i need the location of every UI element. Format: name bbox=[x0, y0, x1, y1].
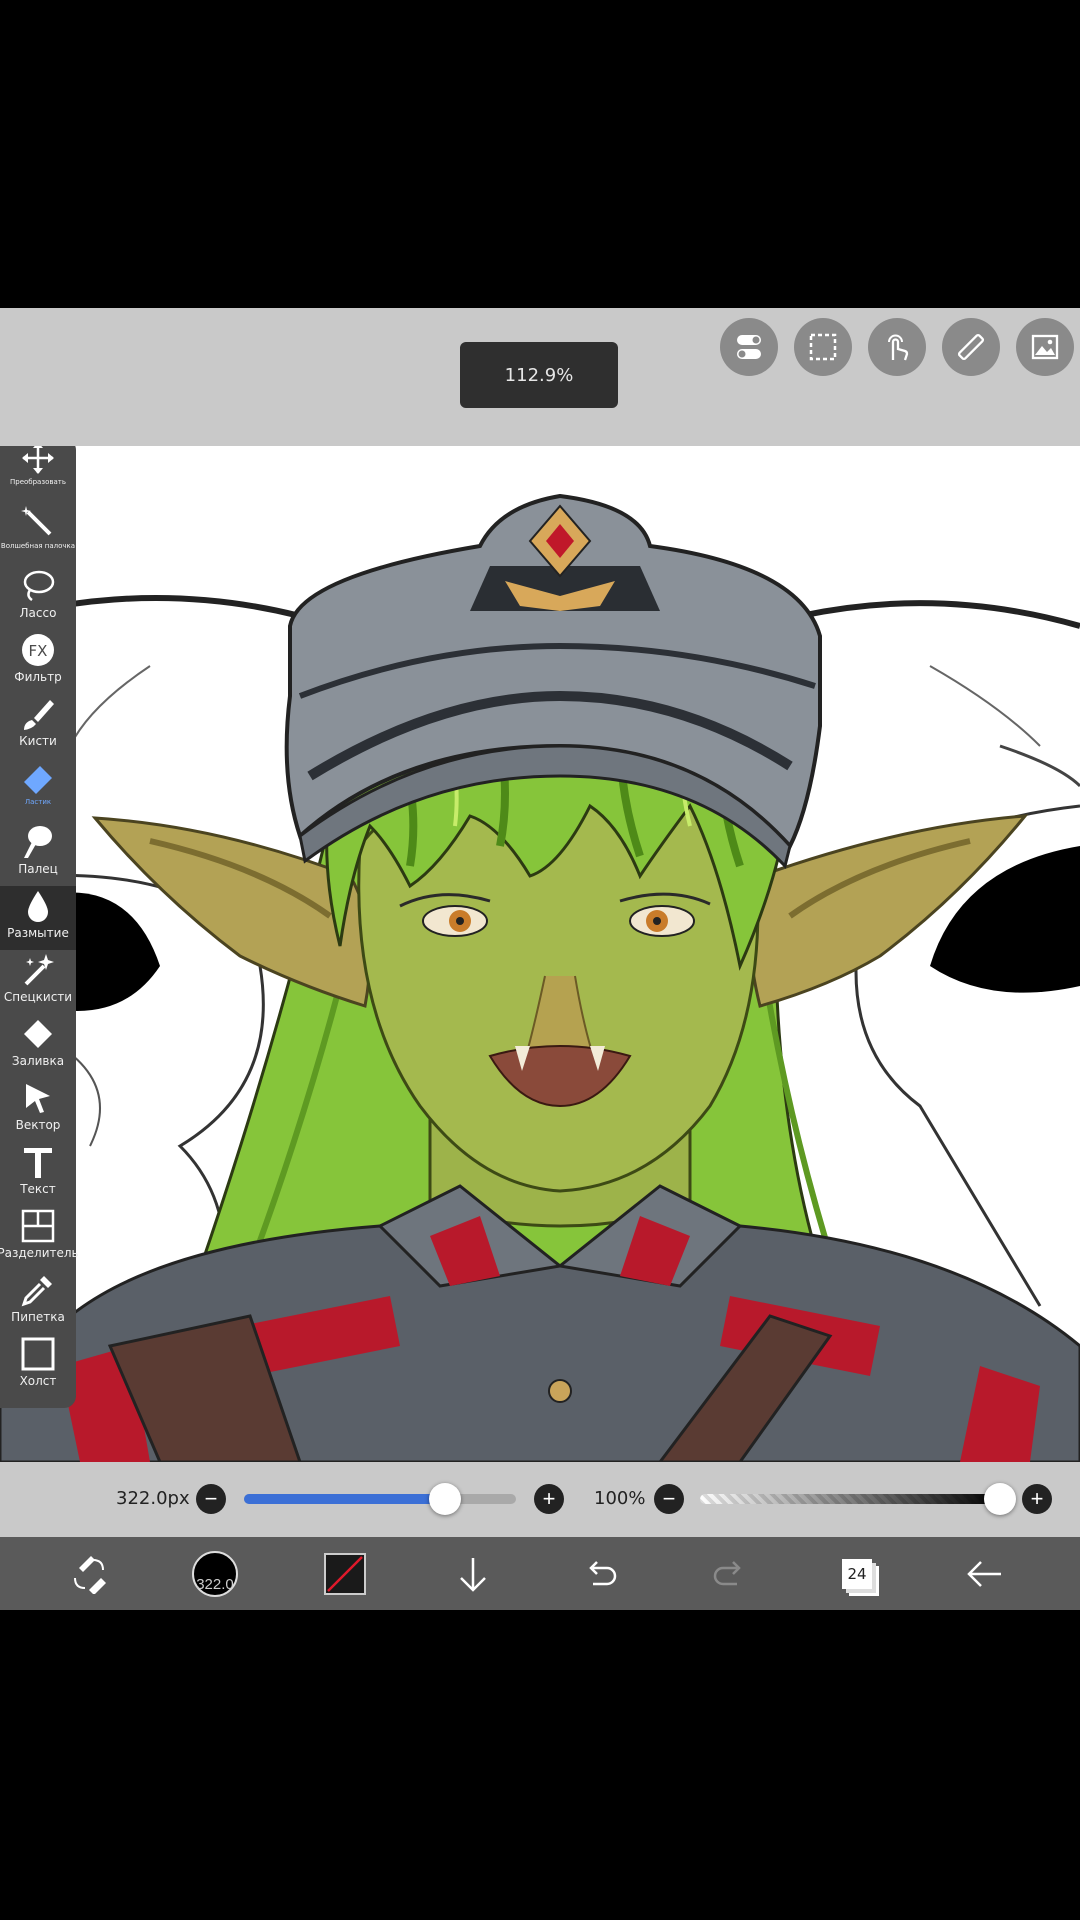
blur-icon bbox=[28, 891, 48, 922]
brush-settings: 322.0px − + 100% − + bbox=[0, 1462, 1080, 1537]
svg-text:FX: FX bbox=[29, 642, 48, 660]
bottom-toolbar: 322.0 24 bbox=[0, 1537, 1080, 1610]
magic-wand-icon bbox=[21, 506, 52, 536]
tool-smudge[interactable]: Палец bbox=[0, 822, 76, 886]
tool-label: Лассо bbox=[19, 606, 57, 620]
fx-icon: FX bbox=[22, 634, 54, 666]
brush-icon bbox=[24, 700, 54, 730]
text-icon bbox=[24, 1148, 52, 1178]
back-icon[interactable] bbox=[960, 1549, 1010, 1599]
canvas-icon bbox=[21, 1337, 55, 1371]
gesture-icon[interactable] bbox=[868, 318, 926, 376]
tool-label: Размытие bbox=[7, 926, 69, 940]
brush-size-thumb[interactable] bbox=[429, 1483, 462, 1515]
tool-canvas[interactable]: Холст bbox=[0, 1334, 76, 1398]
tool-panel: Преобразовать Волшебная палочка Лассо FX… bbox=[0, 446, 79, 1408]
tool-text[interactable]: Текст bbox=[0, 1142, 76, 1206]
tool-transform[interactable]: Преобразовать bbox=[0, 446, 76, 502]
drawing-app: 112.9% Преобразовать Волшебная палочка Л… bbox=[0, 308, 1080, 1610]
layers-icon[interactable]: 24 bbox=[832, 1549, 882, 1599]
smudge-icon bbox=[24, 826, 52, 858]
lasso-icon bbox=[23, 570, 55, 602]
tool-divider[interactable]: Разделитель bbox=[0, 1206, 79, 1270]
drawing-canvas[interactable]: Преобразовать Волшебная палочка Лассо FX… bbox=[0, 446, 1080, 1462]
image-icon[interactable] bbox=[1016, 318, 1074, 376]
tool-special-brush[interactable]: Спецкисти bbox=[0, 950, 76, 1014]
tool-label: Ластик bbox=[24, 798, 52, 806]
brush-eraser-toggle-icon[interactable] bbox=[64, 1549, 114, 1599]
tool-label: Волшебная палочка bbox=[0, 542, 76, 550]
tool-lasso[interactable]: Лассо bbox=[0, 566, 76, 630]
brush-size-value: 322.0px bbox=[116, 1488, 190, 1509]
opacity-decrease-button[interactable]: − bbox=[654, 1484, 684, 1514]
tool-label: Заливка bbox=[11, 1054, 65, 1068]
tool-eraser[interactable]: Ластик bbox=[0, 758, 76, 822]
brush-size-fill bbox=[244, 1494, 446, 1504]
selection-icon[interactable] bbox=[794, 318, 852, 376]
tool-label: Вектор bbox=[15, 1118, 61, 1132]
tool-label: Текст bbox=[20, 1182, 56, 1196]
color-icon[interactable] bbox=[320, 1549, 370, 1599]
tool-label: Кисти bbox=[19, 734, 57, 748]
artwork bbox=[0, 493, 1080, 1462]
tool-label: Пипетка bbox=[11, 1310, 65, 1324]
eraser-icon bbox=[24, 766, 52, 794]
size-increase-button[interactable]: + bbox=[534, 1484, 564, 1514]
ruler-icon[interactable] bbox=[942, 318, 1000, 376]
vector-icon bbox=[26, 1084, 50, 1113]
opacity-value: 100% bbox=[594, 1488, 646, 1509]
redo-icon[interactable] bbox=[704, 1549, 754, 1599]
tool-eyedropper[interactable]: Пипетка bbox=[0, 1270, 76, 1334]
tool-magic-wand[interactable]: Волшебная палочка bbox=[0, 502, 76, 566]
undo-icon[interactable] bbox=[576, 1549, 626, 1599]
brush-size-icon[interactable]: 322.0 bbox=[190, 1549, 240, 1599]
tool-label: Фильтр bbox=[14, 670, 62, 684]
tool-filter[interactable]: FX Фильтр bbox=[0, 630, 76, 694]
tool-fill[interactable]: Заливка bbox=[0, 1014, 76, 1078]
tool-label: Спецкисти bbox=[3, 990, 73, 1004]
tool-label: Холст bbox=[19, 1374, 57, 1388]
move-icon bbox=[22, 446, 54, 474]
tool-label: Палец bbox=[18, 862, 58, 876]
brush-size-preview: 322.0 bbox=[192, 1551, 238, 1597]
download-icon[interactable] bbox=[448, 1549, 498, 1599]
eyedropper-icon bbox=[21, 1276, 52, 1307]
opacity-thumb[interactable] bbox=[984, 1483, 1016, 1515]
opacity-increase-button[interactable]: + bbox=[1022, 1484, 1052, 1514]
tool-blur[interactable]: Размытие bbox=[0, 886, 76, 950]
opacity-slider[interactable] bbox=[700, 1494, 1000, 1504]
layer-count: 24 bbox=[842, 1559, 872, 1589]
tool-label: Разделитель bbox=[0, 1246, 79, 1260]
brush-size-slider[interactable] bbox=[244, 1494, 516, 1504]
toggle-icon[interactable] bbox=[720, 318, 778, 376]
tool-vector[interactable]: Вектор bbox=[0, 1078, 76, 1142]
top-bar: 112.9% bbox=[0, 308, 1080, 446]
divider-icon bbox=[21, 1209, 55, 1243]
tool-brush[interactable]: Кисти bbox=[0, 694, 76, 758]
tool-label: Преобразовать bbox=[10, 478, 66, 486]
fill-icon bbox=[24, 1020, 52, 1048]
size-decrease-button[interactable]: − bbox=[196, 1484, 226, 1514]
special-brush-icon bbox=[24, 954, 54, 986]
zoom-level: 112.9% bbox=[460, 342, 618, 408]
